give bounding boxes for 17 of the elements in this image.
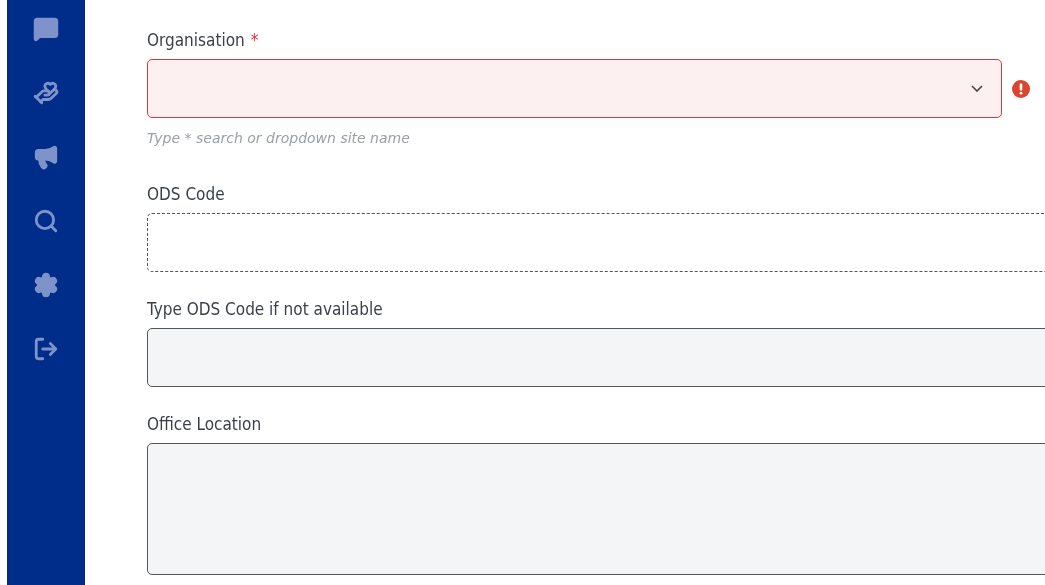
megaphone-icon[interactable]	[33, 144, 59, 170]
field-label: Type ODS Code if not available	[147, 299, 383, 319]
logout-icon[interactable]	[33, 336, 59, 362]
field-label: Office Location	[147, 414, 262, 434]
settings-icon[interactable]	[33, 272, 59, 298]
message-icon[interactable]	[33, 16, 59, 42]
field-label: ODS Code	[147, 184, 225, 204]
hint-text: Type * search or dropdown site name	[147, 130, 411, 146]
required-mark: *	[250, 30, 259, 50]
error-icon	[1012, 79, 1030, 98]
organisation-select[interactable]	[147, 59, 1002, 118]
hands-heart-icon[interactable]	[33, 80, 59, 106]
chevron-icon	[971, 85, 983, 92]
search-icon[interactable]	[33, 208, 59, 234]
input-field[interactable]	[147, 213, 1045, 272]
field-label: Organisation	[147, 30, 245, 50]
input-field[interactable]	[147, 328, 1045, 387]
